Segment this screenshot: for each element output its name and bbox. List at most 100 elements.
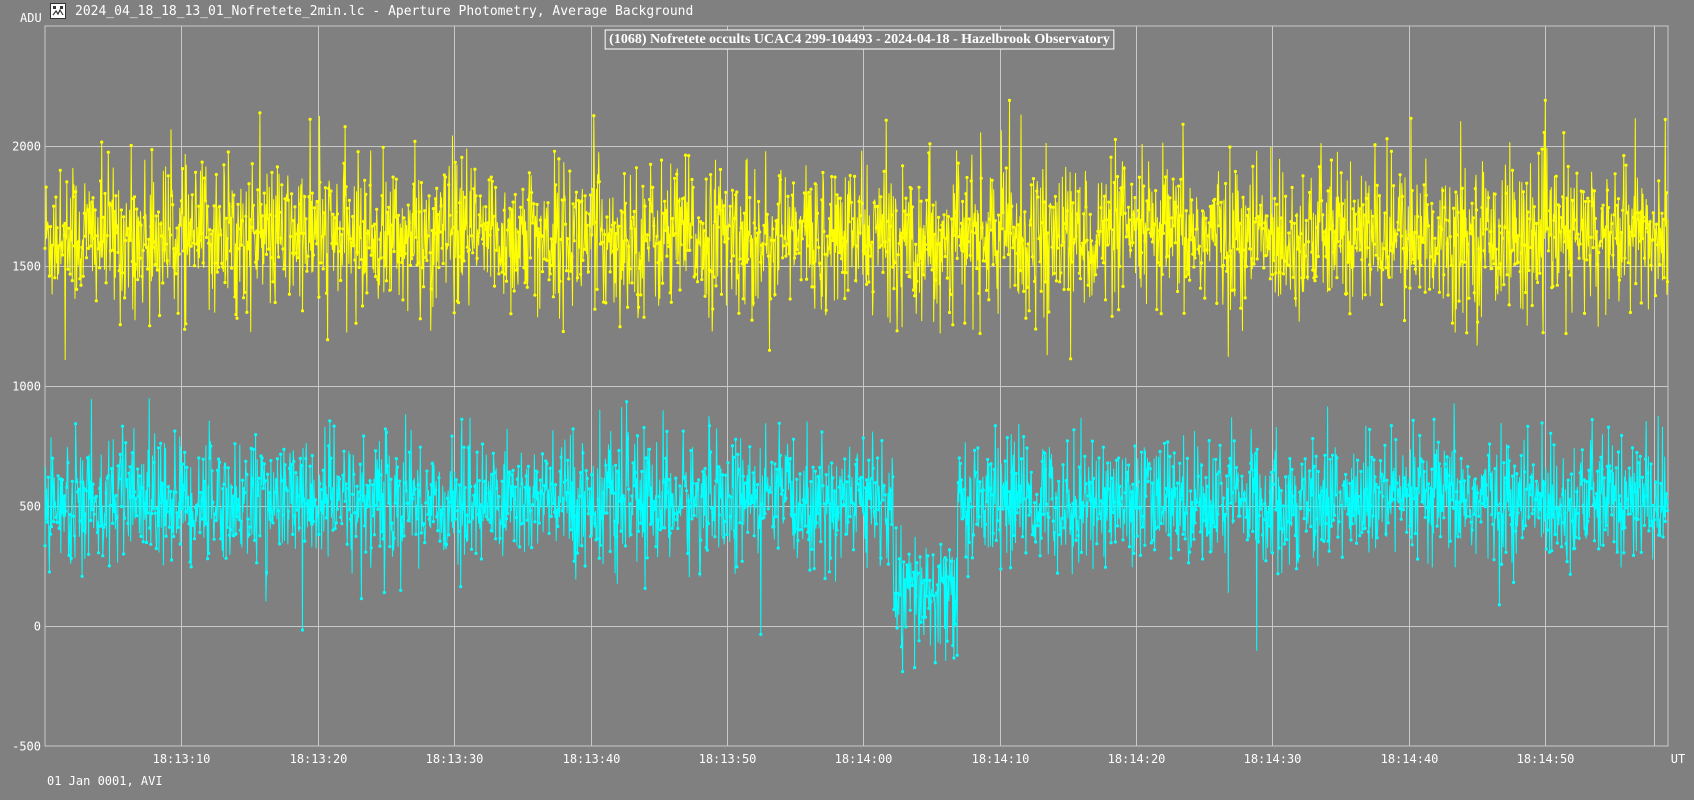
data-point	[309, 200, 313, 204]
data-point	[227, 533, 231, 537]
data-point	[1562, 521, 1566, 525]
data-point	[818, 261, 822, 265]
data-point	[1478, 257, 1482, 261]
data-point	[1203, 498, 1207, 502]
data-point	[78, 277, 82, 281]
data-point	[1196, 474, 1200, 478]
data-point	[1620, 433, 1624, 438]
data-point	[1566, 478, 1570, 482]
data-point	[1577, 536, 1581, 541]
data-point	[796, 237, 800, 241]
data-point	[500, 479, 504, 483]
data-point	[1561, 195, 1565, 199]
data-point	[1443, 205, 1447, 210]
data-point	[524, 474, 528, 478]
data-point	[987, 298, 991, 302]
data-point	[977, 291, 981, 295]
data-point	[686, 248, 690, 252]
data-point	[1416, 215, 1420, 219]
data-point	[715, 480, 719, 484]
data-point	[492, 284, 497, 288]
data-point	[846, 520, 850, 524]
data-point	[1573, 546, 1577, 551]
data-point	[913, 294, 917, 298]
data-point	[989, 228, 993, 232]
data-point	[1456, 535, 1460, 539]
data-point	[426, 512, 430, 517]
data-point	[748, 445, 752, 449]
data-point	[1556, 506, 1560, 511]
data-point	[1603, 228, 1607, 232]
data-point	[1424, 489, 1428, 493]
data-point	[1363, 293, 1367, 297]
data-point	[1079, 247, 1084, 251]
data-point	[629, 226, 633, 230]
data-point	[829, 556, 833, 560]
data-point	[1164, 494, 1168, 498]
data-point	[227, 220, 231, 224]
data-point	[686, 551, 690, 556]
data-point	[1296, 247, 1300, 251]
x-tick-label: 18:13:40	[563, 752, 621, 766]
data-point	[653, 505, 657, 509]
data-point	[1441, 188, 1445, 193]
data-point	[1365, 508, 1369, 512]
data-point	[398, 479, 402, 483]
data-point	[1327, 549, 1331, 553]
data-point	[1609, 469, 1613, 473]
data-point	[898, 593, 903, 597]
data-point	[354, 321, 358, 325]
data-point	[413, 487, 417, 491]
data-point	[1359, 469, 1363, 474]
data-point	[815, 511, 820, 515]
data-point	[698, 241, 702, 245]
data-point	[1326, 539, 1330, 543]
data-point	[656, 518, 660, 522]
data-point	[475, 450, 479, 454]
data-point	[302, 499, 306, 503]
data-point	[560, 509, 564, 513]
data-point	[82, 487, 86, 491]
data-point	[1419, 263, 1423, 268]
data-point	[135, 514, 139, 518]
data-point	[475, 256, 479, 260]
data-point	[1066, 504, 1070, 508]
data-point	[1658, 263, 1662, 267]
data-point	[1632, 215, 1636, 220]
data-point	[877, 508, 881, 512]
data-point	[503, 503, 507, 507]
data-point	[1620, 231, 1624, 235]
data-point	[1442, 516, 1446, 520]
data-point	[1197, 244, 1201, 248]
data-point	[519, 205, 523, 209]
data-point	[1095, 542, 1099, 546]
data-point	[1656, 507, 1660, 512]
data-point	[953, 622, 957, 626]
data-point	[671, 513, 676, 517]
data-point	[669, 504, 673, 508]
data-point	[1453, 216, 1457, 220]
data-point	[1660, 211, 1664, 215]
data-point	[1579, 189, 1583, 193]
data-point	[608, 549, 612, 554]
data-point	[1042, 236, 1046, 240]
data-point	[516, 230, 521, 234]
data-point	[1046, 231, 1050, 235]
data-point	[1597, 250, 1601, 255]
data-point	[742, 481, 747, 485]
data-point	[1059, 522, 1063, 526]
data-point	[845, 480, 849, 484]
data-point	[1418, 285, 1422, 289]
data-point	[884, 118, 888, 122]
data-point	[213, 512, 217, 516]
data-point	[757, 525, 761, 530]
data-point	[102, 525, 106, 529]
data-point	[1303, 457, 1307, 461]
data-point	[1375, 183, 1379, 187]
data-point	[1484, 483, 1488, 487]
data-point	[418, 317, 422, 321]
data-point	[1530, 511, 1534, 516]
data-point	[611, 249, 616, 253]
data-point	[1090, 439, 1094, 443]
data-point	[1428, 287, 1432, 291]
